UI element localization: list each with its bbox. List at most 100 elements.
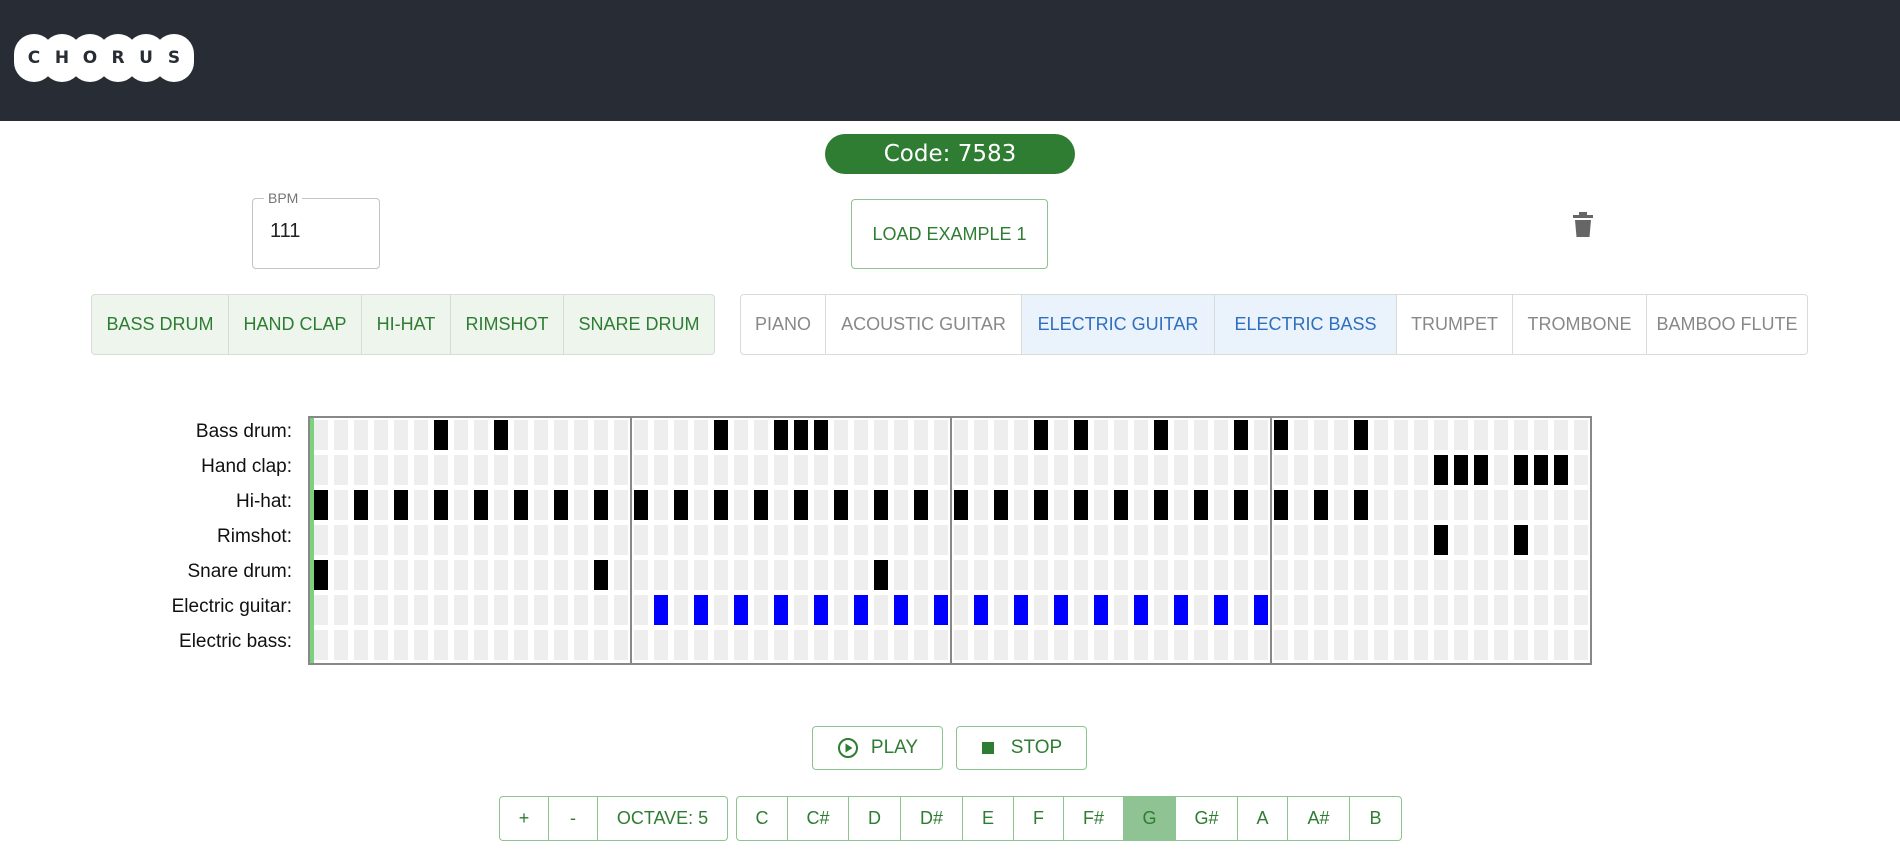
step-cell[interactable]	[654, 630, 668, 660]
step-cell[interactable]	[654, 420, 668, 450]
step-cell[interactable]	[1174, 630, 1188, 660]
step-cell[interactable]	[1194, 630, 1208, 660]
step-cell[interactable]	[1294, 490, 1308, 520]
note-key-a[interactable]: A	[1238, 796, 1288, 841]
step-cell[interactable]	[654, 525, 668, 555]
step-cell[interactable]	[1414, 490, 1428, 520]
step-cell[interactable]	[914, 455, 928, 485]
step-cell[interactable]	[834, 595, 848, 625]
step-cell[interactable]	[1554, 595, 1568, 625]
step-cell-active[interactable]	[874, 490, 888, 520]
note-key-f-sharp[interactable]: F#	[1064, 796, 1124, 841]
step-cell[interactable]	[1434, 630, 1448, 660]
step-cell[interactable]	[1334, 455, 1348, 485]
step-cell[interactable]	[1574, 490, 1588, 520]
step-cell[interactable]	[334, 560, 348, 590]
step-cell[interactable]	[554, 455, 568, 485]
step-cell[interactable]	[554, 420, 568, 450]
step-cell[interactable]	[1034, 455, 1048, 485]
instrument-tab-trumpet[interactable]: TRUMPET	[1397, 294, 1513, 355]
step-cell-active[interactable]	[594, 560, 608, 590]
step-cell[interactable]	[854, 630, 868, 660]
step-cell[interactable]	[1514, 630, 1528, 660]
step-cell[interactable]	[1154, 525, 1168, 555]
step-cell[interactable]	[1194, 560, 1208, 590]
step-cell[interactable]	[1154, 455, 1168, 485]
step-cell[interactable]	[334, 630, 348, 660]
step-cell[interactable]	[394, 595, 408, 625]
step-cell[interactable]	[494, 595, 508, 625]
step-cell[interactable]	[394, 420, 408, 450]
step-cell[interactable]	[474, 560, 488, 590]
step-cell-active[interactable]	[734, 595, 748, 625]
step-cell-active[interactable]	[1234, 420, 1248, 450]
step-cell-active[interactable]	[834, 490, 848, 520]
step-cell[interactable]	[1514, 560, 1528, 590]
step-cell[interactable]	[354, 525, 368, 555]
step-cell-active[interactable]	[354, 490, 368, 520]
step-cell[interactable]	[614, 630, 628, 660]
step-cell[interactable]	[1554, 560, 1568, 590]
step-cell[interactable]	[1474, 420, 1488, 450]
step-cell[interactable]	[354, 455, 368, 485]
step-cell-active[interactable]	[1154, 420, 1168, 450]
step-cell-active[interactable]	[1214, 595, 1228, 625]
step-cell[interactable]	[994, 560, 1008, 590]
step-cell[interactable]	[334, 455, 348, 485]
step-cell[interactable]	[1234, 595, 1248, 625]
step-cell[interactable]	[1094, 420, 1108, 450]
step-cell[interactable]	[1114, 525, 1128, 555]
step-cell[interactable]	[1134, 630, 1148, 660]
step-cell[interactable]	[654, 490, 668, 520]
play-button[interactable]: PLAY	[812, 726, 943, 770]
step-cell[interactable]	[614, 490, 628, 520]
step-cell[interactable]	[894, 490, 908, 520]
step-cell[interactable]	[494, 525, 508, 555]
step-cell[interactable]	[394, 630, 408, 660]
step-cell[interactable]	[1234, 630, 1248, 660]
step-cell[interactable]	[1414, 525, 1428, 555]
step-cell[interactable]	[1394, 525, 1408, 555]
step-cell[interactable]	[314, 630, 328, 660]
step-cell[interactable]	[1354, 630, 1368, 660]
step-cell-active[interactable]	[674, 490, 688, 520]
step-cell[interactable]	[1254, 560, 1268, 590]
step-cell[interactable]	[1174, 490, 1188, 520]
step-cell[interactable]	[974, 560, 988, 590]
step-cell[interactable]	[514, 560, 528, 590]
step-cell[interactable]	[674, 525, 688, 555]
step-cell-active[interactable]	[314, 560, 328, 590]
step-cell[interactable]	[1394, 595, 1408, 625]
step-cell[interactable]	[634, 595, 648, 625]
drum-tab-snare-drum[interactable]: SNARE DRUM	[564, 294, 715, 355]
step-cell[interactable]	[454, 595, 468, 625]
step-cell[interactable]	[414, 525, 428, 555]
step-cell[interactable]	[674, 455, 688, 485]
step-cell[interactable]	[814, 560, 828, 590]
note-key-g[interactable]: G	[1124, 796, 1176, 841]
step-cell[interactable]	[1374, 420, 1388, 450]
step-cell[interactable]	[834, 630, 848, 660]
step-cell[interactable]	[1574, 560, 1588, 590]
step-cell-active[interactable]	[1014, 595, 1028, 625]
step-cell[interactable]	[934, 560, 948, 590]
step-cell[interactable]	[594, 525, 608, 555]
step-cell[interactable]	[634, 525, 648, 555]
step-cell[interactable]	[794, 455, 808, 485]
step-cell-active[interactable]	[854, 595, 868, 625]
step-cell[interactable]	[1474, 595, 1488, 625]
step-cell[interactable]	[1454, 595, 1468, 625]
step-cell-active[interactable]	[1154, 490, 1168, 520]
step-cell[interactable]	[614, 560, 628, 590]
step-cell[interactable]	[1274, 525, 1288, 555]
step-cell[interactable]	[534, 560, 548, 590]
step-cell[interactable]	[534, 455, 548, 485]
step-cell[interactable]	[1134, 525, 1148, 555]
step-cell[interactable]	[454, 525, 468, 555]
step-cell[interactable]	[534, 630, 548, 660]
step-cell[interactable]	[1354, 525, 1368, 555]
step-cell[interactable]	[1474, 525, 1488, 555]
step-cell[interactable]	[1294, 560, 1308, 590]
step-cell[interactable]	[394, 525, 408, 555]
step-cell[interactable]	[674, 630, 688, 660]
